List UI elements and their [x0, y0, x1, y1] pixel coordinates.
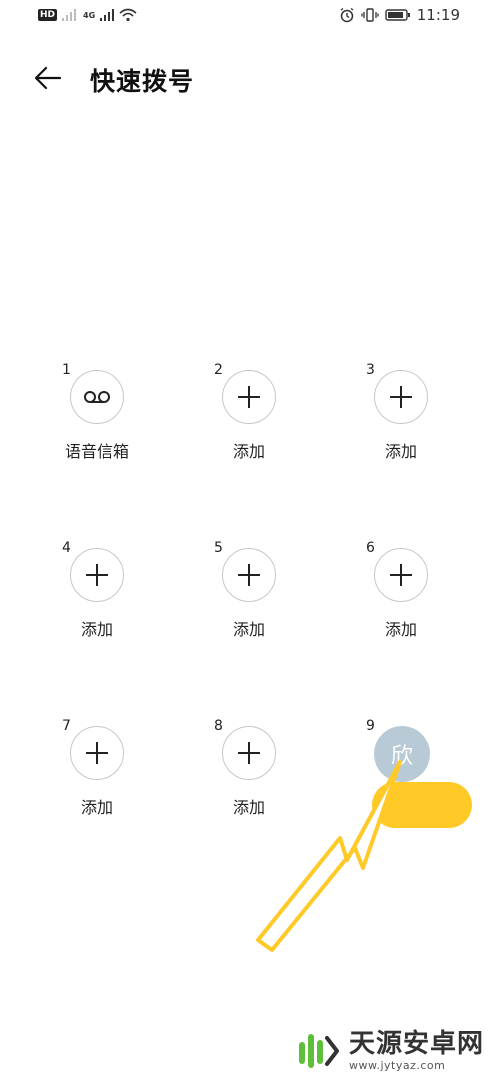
plus-icon	[238, 564, 260, 586]
add-contact-button[interactable]	[374, 548, 428, 602]
voicemail-icon	[84, 391, 110, 403]
add-contact-button[interactable]	[70, 548, 124, 602]
add-contact-button[interactable]	[222, 370, 276, 424]
cell-number: 3	[366, 362, 375, 378]
annotation-highlight	[372, 782, 472, 828]
signal-icon	[62, 9, 77, 21]
header: 快速拨号	[0, 50, 500, 106]
cell-label: 添加	[384, 620, 417, 639]
speed-dial-cell-1: 1 语音信箱	[0, 356, 152, 476]
watermark-url: www.jytyaz.com	[348, 1059, 446, 1072]
back-button[interactable]	[28, 58, 68, 98]
plus-icon	[86, 742, 108, 764]
network-type-label: 4G	[83, 10, 96, 20]
add-contact-button[interactable]	[222, 726, 276, 780]
status-right: 11:19	[339, 6, 460, 24]
speed-dial-cell-6: 6 添加	[304, 534, 456, 654]
cell-number: 2	[214, 362, 223, 378]
watermark-logo: 天源安卓网 www.jytyaz.com	[295, 1028, 484, 1074]
hd-badge: HD	[38, 9, 58, 21]
status-bar: HD 4G 11:19	[0, 0, 500, 38]
status-left: HD 4G	[38, 8, 137, 22]
plus-icon	[390, 386, 412, 408]
cell-number: 6	[366, 540, 375, 556]
watermark-text: 天源安卓网 www.jytyaz.com	[349, 1031, 484, 1071]
status-time: 11:19	[416, 6, 460, 24]
plus-icon	[238, 386, 260, 408]
speed-dial-cell-3: 3 添加	[304, 356, 456, 476]
cell-label: 添加	[384, 442, 417, 461]
plus-icon	[238, 742, 260, 764]
add-contact-button[interactable]	[222, 548, 276, 602]
cell-number: 4	[62, 540, 71, 556]
speed-dial-cell-4: 4 添加	[0, 534, 152, 654]
android-logo-icon	[298, 1034, 339, 1068]
page-title: 快速拨号	[90, 67, 195, 96]
speed-dial-cell-7: 7 添加	[0, 712, 152, 832]
vibrate-icon	[361, 8, 379, 22]
signal-strong-icon	[100, 9, 115, 21]
speed-dial-cell-5: 5 添加	[152, 534, 304, 654]
cell-number: 1	[62, 362, 71, 378]
cell-number: 7	[62, 718, 71, 734]
wifi-icon	[119, 8, 137, 22]
battery-icon	[385, 9, 410, 21]
voicemail-button[interactable]	[70, 370, 124, 424]
plus-icon	[390, 564, 412, 586]
contact-avatar[interactable]: 欣	[374, 726, 430, 782]
add-contact-button[interactable]	[70, 726, 124, 780]
speed-dial-cell-2: 2 添加	[152, 356, 304, 476]
plus-icon	[86, 564, 108, 586]
cell-number: 8	[214, 718, 223, 734]
arrow-left-icon	[34, 66, 62, 90]
alarm-icon	[340, 7, 354, 23]
add-contact-button[interactable]	[374, 370, 428, 424]
watermark-name: 天源安卓网	[348, 1029, 484, 1059]
cell-number: 9	[366, 718, 375, 734]
speed-dial-cell-8: 8 添加	[152, 712, 304, 832]
cell-number: 5	[214, 540, 223, 556]
